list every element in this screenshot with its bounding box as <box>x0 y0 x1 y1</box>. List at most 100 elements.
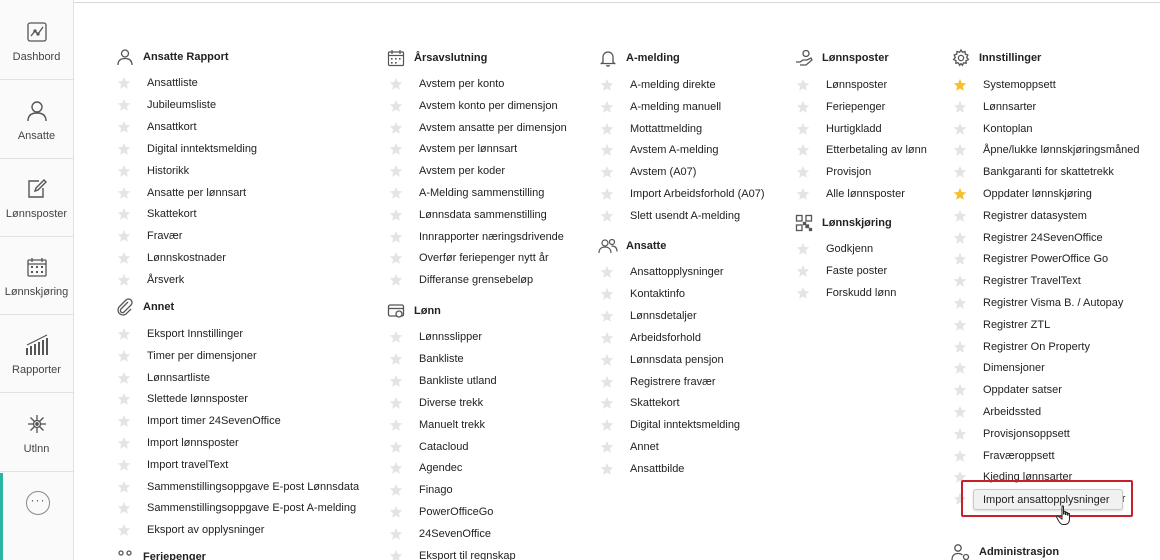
menu-item[interactable]: Åpne/lukke lønnskjøringsmåned <box>953 141 1140 159</box>
menu-item[interactable]: Registrer 24SevenOffice <box>953 229 1103 247</box>
menu-item[interactable]: Innrapporter næringsdrivende <box>389 228 564 246</box>
menu-item[interactable]: Feriepenger <box>796 98 885 116</box>
star-icon[interactable] <box>389 483 403 497</box>
menu-item[interactable]: Registrer datasystem <box>953 207 1087 225</box>
menu-item[interactable]: Import travelText <box>117 456 228 474</box>
menu-item[interactable]: 24SevenOffice <box>389 525 491 543</box>
star-icon[interactable] <box>600 165 614 179</box>
menu-item[interactable]: Avstem ansatte per dimensjon <box>389 119 567 137</box>
star-icon[interactable] <box>389 121 403 135</box>
star-icon[interactable] <box>600 396 614 410</box>
star-icon[interactable] <box>953 405 967 419</box>
star-icon[interactable] <box>117 120 131 134</box>
star-icon[interactable] <box>389 208 403 222</box>
star-icon[interactable] <box>117 251 131 265</box>
star-icon[interactable] <box>117 371 131 385</box>
menu-item[interactable]: Lønnsdetaljer <box>600 307 697 325</box>
star-icon[interactable] <box>117 436 131 450</box>
star-icon[interactable] <box>600 122 614 136</box>
menu-item[interactable]: Avstem konto per dimensjon <box>389 97 558 115</box>
star-icon[interactable] <box>953 449 967 463</box>
star-icon[interactable] <box>796 264 810 278</box>
star-icon[interactable] <box>796 286 810 300</box>
star-icon[interactable] <box>600 265 614 279</box>
menu-item[interactable]: Registrer TravelText <box>953 272 1081 290</box>
star-icon[interactable] <box>953 231 967 245</box>
menu-item[interactable]: Manuelt trekk <box>389 416 485 434</box>
star-icon[interactable] <box>953 274 967 288</box>
star-icon[interactable] <box>796 78 810 92</box>
menu-item[interactable]: Avstem per koder <box>389 162 505 180</box>
star-icon[interactable] <box>117 229 131 243</box>
menu-item[interactable]: A-Melding sammenstilling <box>389 184 544 202</box>
star-icon[interactable] <box>796 122 810 136</box>
menu-item[interactable]: Annet <box>600 438 659 456</box>
sidebar-more[interactable]: ··· <box>0 473 73 560</box>
star-icon[interactable] <box>117 186 131 200</box>
star-icon[interactable] <box>796 143 810 157</box>
star-icon[interactable] <box>389 230 403 244</box>
star-icon[interactable] <box>600 462 614 476</box>
star-icon[interactable] <box>389 77 403 91</box>
menu-item[interactable]: Registrer PowerOffice Go <box>953 250 1108 268</box>
star-icon[interactable] <box>796 187 810 201</box>
menu-item[interactable]: Catacloud <box>389 438 469 456</box>
star-icon[interactable] <box>796 100 810 114</box>
menu-item[interactable]: Import lønnsposter <box>117 434 239 452</box>
star-filled-icon[interactable] <box>953 187 967 201</box>
menu-item[interactable]: Ansattbilde <box>600 460 684 478</box>
menu-item[interactable]: Skattekort <box>600 394 680 412</box>
star-icon[interactable] <box>389 352 403 366</box>
star-icon[interactable] <box>600 331 614 345</box>
menu-item[interactable]: Ansattkort <box>117 118 197 136</box>
menu-item[interactable]: Eksport Innstillinger <box>117 325 243 343</box>
menu-item[interactable]: Arbeidssted <box>953 403 1041 421</box>
menu-item[interactable]: Fravær <box>117 227 182 245</box>
menu-item[interactable]: Eksport av opplysninger <box>117 521 264 539</box>
star-icon[interactable] <box>389 99 403 113</box>
star-icon[interactable] <box>600 100 614 114</box>
star-icon[interactable] <box>796 165 810 179</box>
star-icon[interactable] <box>796 242 810 256</box>
star-icon[interactable] <box>117 501 131 515</box>
menu-item[interactable]: Diverse trekk <box>389 394 483 412</box>
star-icon[interactable] <box>389 549 403 560</box>
star-icon[interactable] <box>600 309 614 323</box>
menu-item[interactable]: Faste poster <box>796 262 887 280</box>
menu-item[interactable]: Registrer On Property <box>953 338 1090 356</box>
star-icon[interactable] <box>389 461 403 475</box>
menu-item[interactable]: Lønnsartliste <box>117 369 210 387</box>
sidebar-item-utlnn[interactable]: Utlnn <box>0 394 73 472</box>
menu-item[interactable]: Skattekort <box>117 205 197 223</box>
star-icon[interactable] <box>389 142 403 156</box>
star-icon[interactable] <box>600 287 614 301</box>
star-icon[interactable] <box>389 396 403 410</box>
sidebar-item-dashbord[interactable]: Dashbord <box>0 2 73 80</box>
menu-item[interactable]: Ansattliste <box>117 74 198 92</box>
star-icon[interactable] <box>600 187 614 201</box>
star-icon[interactable] <box>117 76 131 90</box>
star-icon[interactable] <box>600 209 614 223</box>
menu-item[interactable]: Avstem per konto <box>389 75 504 93</box>
menu-item[interactable]: Sammenstillingsoppgave E-post A-melding <box>117 499 356 517</box>
sidebar-item-lonnsposter[interactable]: Lønnsposter <box>0 159 73 237</box>
star-icon[interactable] <box>953 209 967 223</box>
sidebar-item-rapporter[interactable]: Rapporter <box>0 315 73 393</box>
menu-item[interactable]: Timer per dimensjoner <box>117 347 257 365</box>
menu-item[interactable]: Bankgaranti for skattetrekk <box>953 163 1114 181</box>
star-icon[interactable] <box>953 427 967 441</box>
star-icon[interactable] <box>117 142 131 156</box>
star-icon[interactable] <box>953 383 967 397</box>
star-icon[interactable] <box>600 375 614 389</box>
menu-item[interactable]: Bankliste <box>389 350 464 368</box>
star-icon[interactable] <box>600 143 614 157</box>
menu-item[interactable]: Registrer Visma B. / Autopay <box>953 294 1123 312</box>
menu-item[interactable]: Lønnsslipper <box>389 328 482 346</box>
menu-item[interactable]: Ansatte per lønnsart <box>117 184 246 202</box>
more-icon[interactable]: ··· <box>26 491 50 515</box>
menu-item[interactable]: Hurtigkladd <box>796 120 882 138</box>
star-filled-icon[interactable] <box>953 78 967 92</box>
menu-item[interactable]: Eksport til regnskap <box>389 547 516 560</box>
star-icon[interactable] <box>600 440 614 454</box>
menu-item[interactable]: Sammenstillingsoppgave E-post Lønnsdata <box>117 478 359 496</box>
